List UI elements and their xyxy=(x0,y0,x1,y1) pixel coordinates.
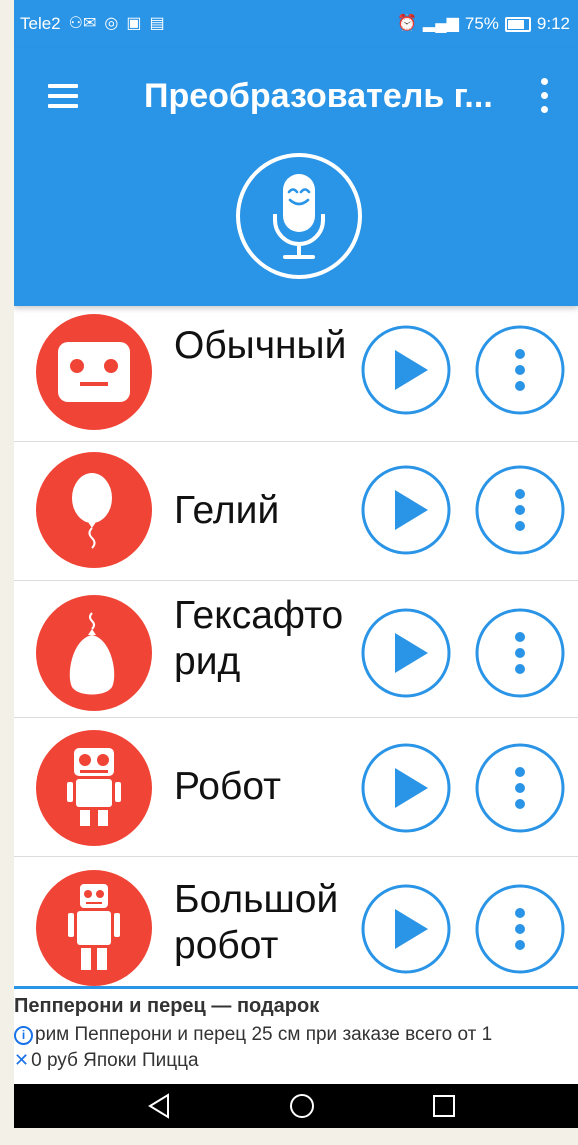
status-right: ⏰ ▂▄▆ 75% 9:12 xyxy=(397,14,570,34)
play-button[interactable] xyxy=(360,464,452,556)
close-icon[interactable]: ✕ xyxy=(14,1050,29,1071)
app-header: Преобразователь г... xyxy=(14,48,578,306)
robot-face-icon xyxy=(36,314,152,430)
play-button[interactable] xyxy=(360,742,452,834)
ad-banner[interactable]: Пепперони и перец — подарок i рим Пепперо… xyxy=(14,986,578,1087)
activity-icon: ▤ xyxy=(149,15,165,32)
info-icon[interactable]: i xyxy=(14,1026,33,1045)
list-item[interactable]: Большой робот xyxy=(14,857,578,986)
gallery-icon: ▣ xyxy=(126,15,142,32)
battery-percent: 75% xyxy=(464,14,499,33)
menu-icon[interactable] xyxy=(48,84,78,108)
list-item[interactable]: Гелий xyxy=(14,442,578,581)
ad-text-line: i рим Пепперони и перец 25 см при заказе … xyxy=(14,1024,492,1046)
more-options-button[interactable] xyxy=(474,324,566,416)
navigation-bar xyxy=(14,1084,578,1128)
ad-text-line: ✕ 0 руб Япоки Пицца xyxy=(14,1050,199,1072)
recents-icon[interactable] xyxy=(428,1090,460,1122)
page-title: Преобразователь г... xyxy=(144,77,493,115)
ad-text: рим Пепперони и перец 25 см при заказе в… xyxy=(35,1024,493,1045)
voice-name: Большой робот xyxy=(174,878,339,967)
phone-screen: Tele2 ⚇✉ ◎ ▣ ▤ ⏰ ▂▄▆ 75% 9:12 Преобразов… xyxy=(14,0,578,1128)
carrier-label: Tele2 xyxy=(20,14,61,33)
ad-advertiser: 0 руб Япоки Пицца xyxy=(31,1050,199,1071)
list-item[interactable]: Робот xyxy=(14,718,578,857)
sim-mail-icon: ⚇✉ xyxy=(68,15,97,32)
list-item[interactable]: Гексафторид xyxy=(14,581,578,718)
play-button[interactable] xyxy=(360,607,452,699)
more-options-button[interactable] xyxy=(474,742,566,834)
status-bar: Tele2 ⚇✉ ◎ ▣ ▤ ⏰ ▂▄▆ 75% 9:12 xyxy=(14,0,578,48)
play-button[interactable] xyxy=(360,883,452,975)
robot-icon xyxy=(36,730,152,846)
status-left: Tele2 ⚇✉ ◎ ▣ ▤ xyxy=(20,14,165,34)
voice-name: Гексафторид xyxy=(174,594,344,683)
more-options-button[interactable] xyxy=(474,464,566,556)
more-options-button[interactable] xyxy=(474,883,566,975)
home-icon[interactable] xyxy=(286,1090,318,1122)
heavy-balloon-icon xyxy=(36,595,152,711)
notification-icon: ◎ xyxy=(104,15,119,32)
back-icon[interactable] xyxy=(144,1090,176,1122)
list-item[interactable]: Обычный xyxy=(14,306,578,442)
clock: 9:12 xyxy=(536,14,570,33)
big-robot-icon xyxy=(36,870,152,986)
battery-icon xyxy=(504,16,531,32)
signal-icon: ▂▄▆ xyxy=(422,15,459,32)
voice-name: Робот xyxy=(174,765,282,808)
balloon-icon xyxy=(36,452,152,568)
voice-name: Обычный xyxy=(174,324,347,367)
voice-list[interactable]: Обычный Гелий Гексафторид Робот Большой … xyxy=(14,306,578,986)
overflow-menu-icon[interactable] xyxy=(538,78,552,114)
play-button[interactable] xyxy=(360,324,452,416)
voice-name: Гелий xyxy=(174,489,280,532)
more-options-button[interactable] xyxy=(474,607,566,699)
alarm-icon: ⏰ xyxy=(397,15,417,32)
microphone-button[interactable] xyxy=(235,152,363,280)
ad-title[interactable]: Пепперони и перец — подарок xyxy=(14,995,319,1018)
